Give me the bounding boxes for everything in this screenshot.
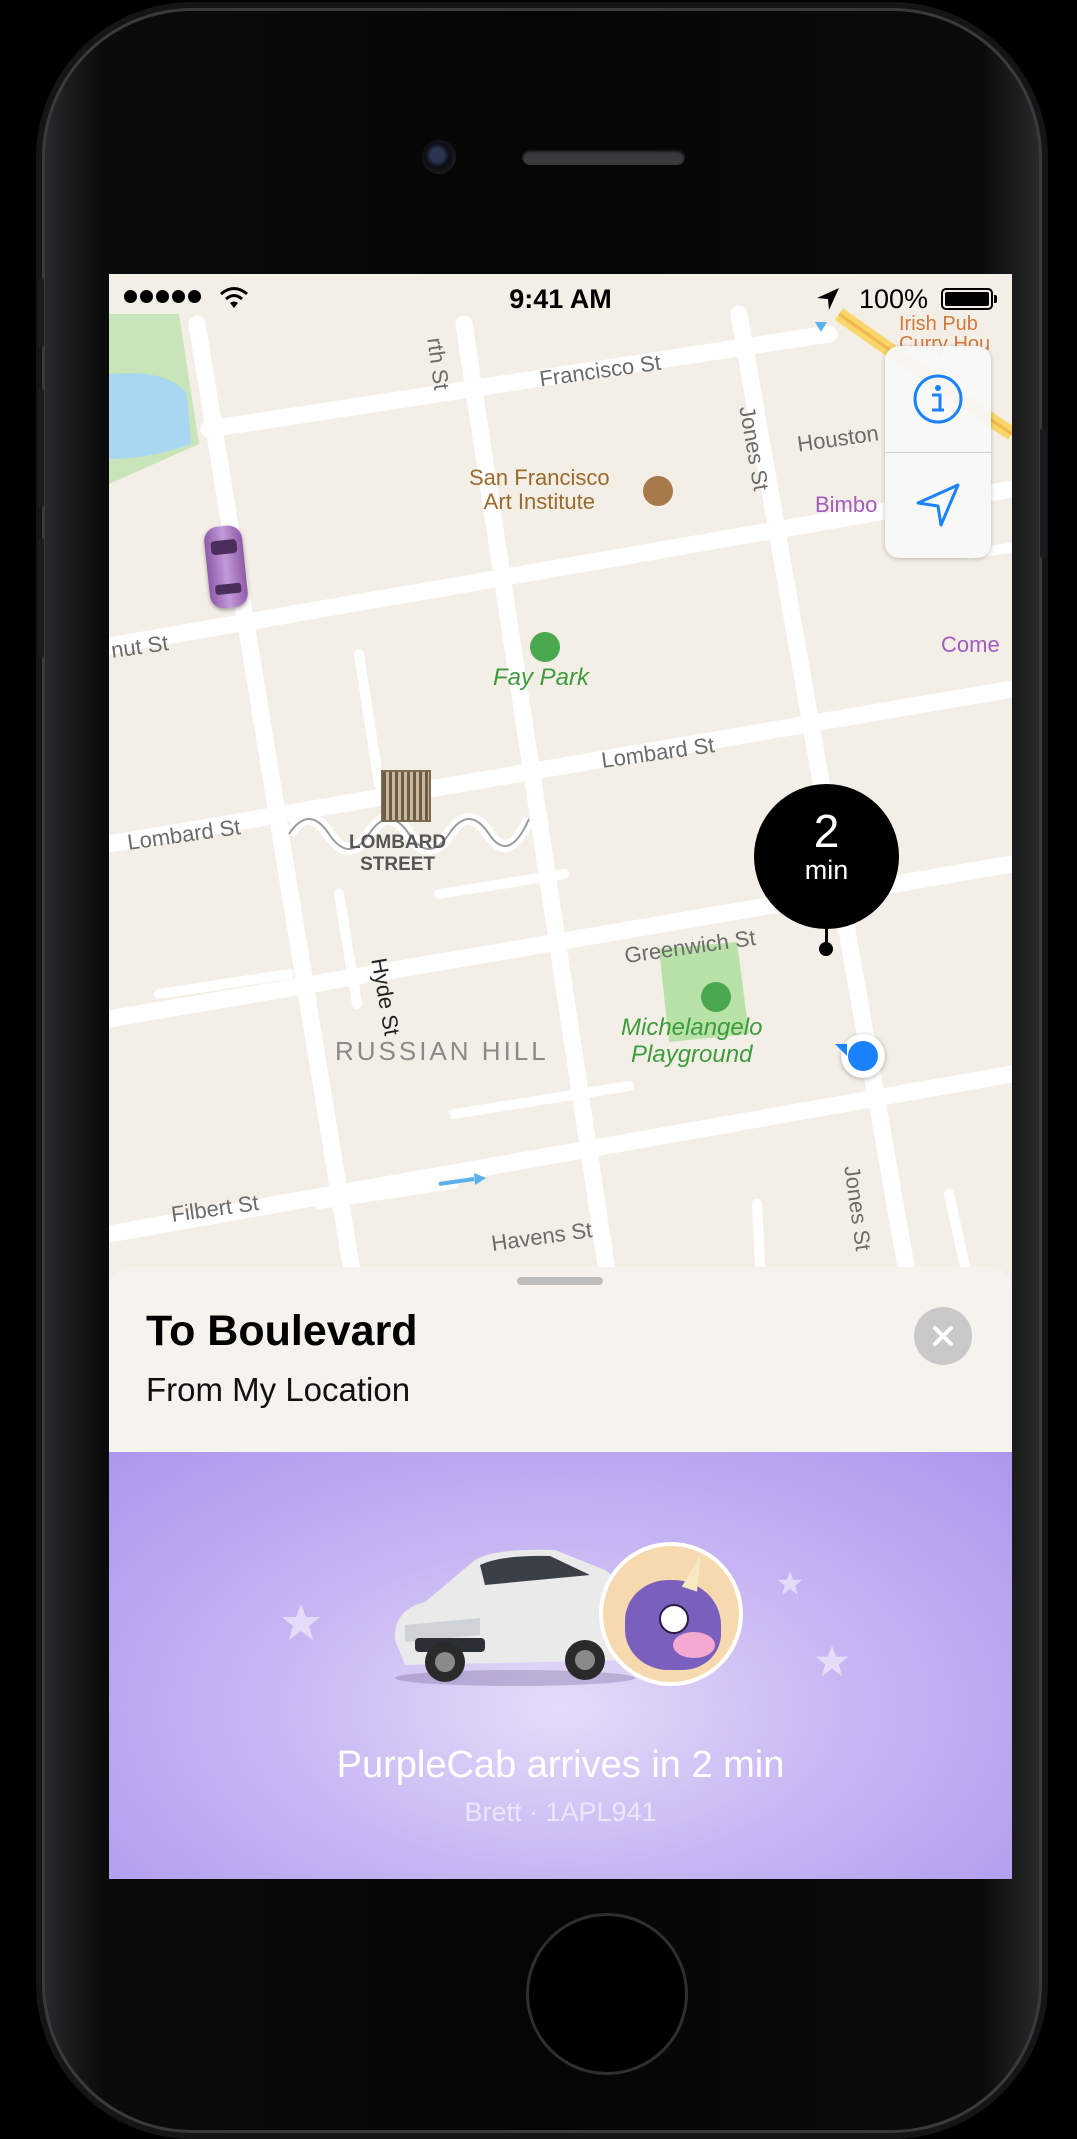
home-button[interactable]: [526, 1913, 688, 2075]
origin-subtitle: From My Location: [146, 1371, 411, 1408]
location-arrow-icon: [817, 288, 839, 310]
volume-down-button: [38, 538, 44, 658]
poi-lombard-line1: LOMBARD: [349, 832, 447, 853]
poi-bimbo[interactable]: Bimbo: [815, 492, 877, 518]
info-icon: [913, 374, 963, 424]
eta-value: 2: [813, 805, 840, 857]
user-location-dot[interactable]: [841, 1034, 885, 1078]
battery-tip: [994, 295, 997, 303]
info-button[interactable]: [885, 346, 991, 452]
eta-pin-dot: [819, 942, 833, 956]
neighborhood-russian-hill: RUSSIAN HILL: [335, 1036, 549, 1066]
power-button: [1040, 428, 1046, 558]
map-controls: [885, 346, 991, 558]
locate-me-button[interactable]: [885, 452, 991, 558]
status-bar: 9:41 AM 100%: [109, 274, 1012, 324]
map-view[interactable]: Francisco St rth St Jones St Houston nut…: [109, 274, 1012, 1284]
sheet-grabber[interactable]: [517, 1277, 603, 1285]
battery-percent: 100%: [859, 284, 929, 314]
close-icon: [933, 1326, 953, 1346]
arrival-message: PurpleCab arrives in 2 min: [336, 1744, 785, 1786]
park-tree-icon: [530, 632, 560, 662]
poi-sfai-line2: Art Institute: [483, 489, 595, 514]
poi-michelangelo-playground[interactable]: Michelangelo Playground: [621, 1014, 762, 1068]
battery-icon: [941, 288, 993, 310]
poi-lombard-line2: STREET: [360, 854, 436, 875]
poi-sfai-line1: San Francisco: [469, 465, 610, 490]
close-button[interactable]: [914, 1307, 972, 1365]
car-rear-window: [214, 582, 242, 596]
playground-tree-icon: [701, 982, 731, 1012]
poi-lombard-street[interactable]: LOMBARD STREET: [349, 832, 446, 876]
star-icon: [815, 1645, 849, 1677]
earpiece-speaker: [522, 149, 685, 165]
avatar-eye: [659, 1604, 689, 1634]
avatar-horn: [681, 1552, 709, 1592]
ride-extension-card[interactable]: PurpleCab arrives in 2 min Brett · 1APL9…: [109, 1452, 1012, 1879]
poi-michelangelo-line2: Playground: [631, 1041, 753, 1068]
destination-title: To Boulevard: [146, 1307, 418, 1355]
heading-indicator-icon: [835, 1044, 847, 1056]
poi-comedy[interactable]: Come: [941, 632, 1000, 658]
route-sheet[interactable]: To Boulevard From My Location PurpleCab …: [109, 1267, 1012, 1879]
volume-up-button: [38, 388, 44, 508]
front-camera: [422, 140, 456, 174]
graduation-cap-icon: [643, 476, 673, 506]
screen: Francisco St rth St Jones St Houston nut…: [109, 274, 1012, 1879]
star-icon: [282, 1604, 320, 1640]
locate-arrow-icon: [916, 483, 960, 527]
mute-switch: [38, 278, 44, 348]
avatar-snout: [673, 1632, 715, 1658]
eta-bubble[interactable]: 2 min: [754, 784, 899, 929]
driver-plate: Brett · 1APL941: [464, 1797, 657, 1827]
poi-fay-park[interactable]: Fay Park: [493, 664, 589, 692]
poi-sfai[interactable]: San Francisco Art Institute: [469, 466, 610, 514]
poi-michelangelo-line1: Michelangelo: [621, 1014, 763, 1041]
star-icon: [777, 1571, 803, 1595]
eta-unit: min: [804, 855, 849, 885]
user-location-core: [848, 1041, 878, 1071]
unicorn-avatar-icon: [599, 1542, 743, 1686]
lombard-street-landmark-icon: [381, 770, 431, 822]
car-windshield: [210, 538, 238, 556]
